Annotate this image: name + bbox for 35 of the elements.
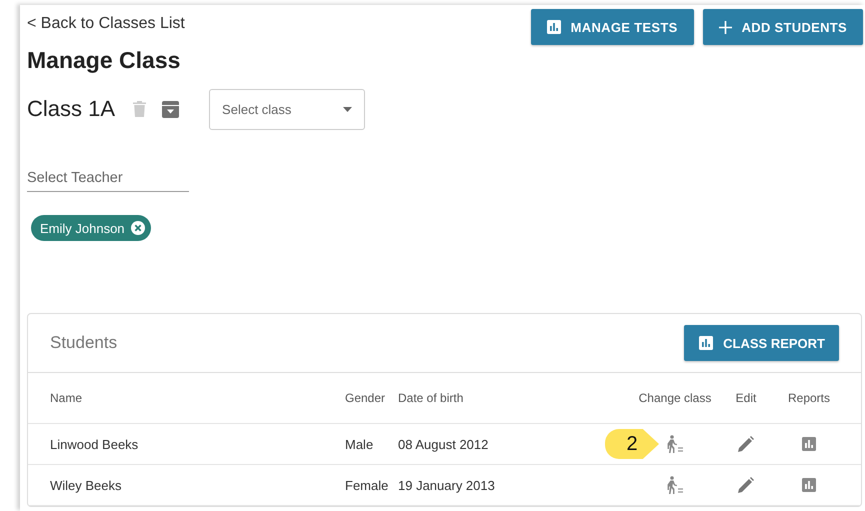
remove-icon[interactable] xyxy=(130,221,145,235)
person-arrows-icon[interactable] xyxy=(666,476,684,494)
class-select[interactable]: Select class xyxy=(209,88,366,130)
class-name: Class 1A xyxy=(27,96,116,122)
page-title: Manage Class xyxy=(27,47,182,74)
birth-date: 08 August 2012 xyxy=(398,436,488,452)
report-icon[interactable] xyxy=(802,437,816,451)
report-icon[interactable] xyxy=(802,478,816,492)
manage-tests-button[interactable]: MANAGE TESTS xyxy=(530,9,694,45)
gender-cell: Female xyxy=(345,478,388,492)
column-header: Reports xyxy=(788,391,830,405)
archive-icon[interactable] xyxy=(162,100,180,118)
gender-cell: Male xyxy=(345,436,374,452)
student-name: Linwood Beeks xyxy=(50,436,138,452)
teacher-chip[interactable]: Emily Johnson xyxy=(31,215,151,241)
step-callout: 2 xyxy=(605,429,659,459)
card-title: Students xyxy=(50,333,118,353)
add-students-button[interactable]: ADD STUDENTS xyxy=(702,9,863,45)
bar-chart-icon xyxy=(546,20,561,34)
bar-chart-icon xyxy=(699,336,714,350)
plus-icon xyxy=(718,20,732,34)
column-header: Name xyxy=(50,391,82,405)
class-report-button[interactable]: CLASS REPORT xyxy=(684,325,839,361)
caret-icon xyxy=(343,106,352,112)
back-link[interactable]: < Back to Classes List xyxy=(27,15,185,33)
pencil-icon[interactable] xyxy=(738,477,754,493)
person-arrows-icon[interactable] xyxy=(666,435,684,453)
column-header: Edit xyxy=(736,391,756,405)
teacher-field[interactable]: Select Teacher xyxy=(27,170,189,192)
birth-date: 19 January 2013 xyxy=(398,478,495,492)
pencil-icon[interactable] xyxy=(738,436,754,452)
column-header: Gender xyxy=(345,391,386,405)
column-header: Change class xyxy=(638,391,712,405)
column-header: Date of birth xyxy=(398,391,464,405)
student-name: Wiley Beeks xyxy=(50,478,122,492)
